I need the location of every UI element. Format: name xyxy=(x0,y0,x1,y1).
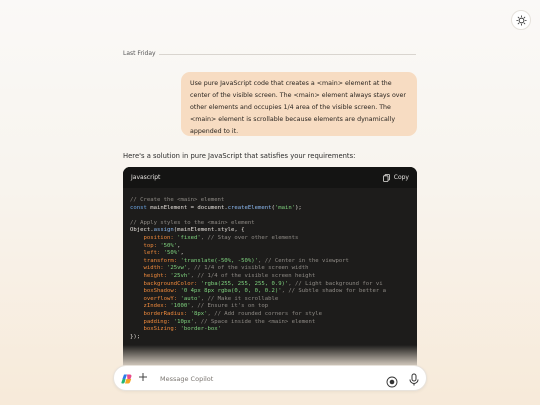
code-token: width: xyxy=(130,265,168,272)
code-token: '50%' xyxy=(160,242,178,249)
vision-button[interactable] xyxy=(386,373,398,388)
code-token: '0 4px 8px rgba(0, 0, 0, 0.2)' xyxy=(180,288,282,295)
code-line: const mainElement = document.createEleme… xyxy=(130,205,410,213)
code-line: left: '50%', xyxy=(130,250,410,258)
day-label: Last Friday xyxy=(123,50,156,57)
code-token: boxShadow: xyxy=(130,288,181,295)
code-token: , // Stay over other elements xyxy=(200,234,299,241)
code-token: , // 1/4 of the visible screen width xyxy=(187,265,309,272)
code-token: const xyxy=(130,204,151,211)
code-line: position: 'fixed', // Stay over other el… xyxy=(130,235,410,243)
composer xyxy=(113,365,427,391)
microphone-icon xyxy=(409,373,419,386)
code-token: // Apply styles to the <main> element xyxy=(130,219,255,226)
code-token: , // Subtle shadow for better a xyxy=(281,288,386,295)
code-line: // Create the <main> element xyxy=(130,197,410,205)
code-token: }); xyxy=(130,333,141,340)
code-line: top: '50%', xyxy=(130,243,410,251)
code-token: , // Ensure it's on top xyxy=(190,303,269,310)
code-token: top: xyxy=(130,242,161,249)
code-token: Object. xyxy=(130,227,154,234)
code-token: height: xyxy=(130,272,171,279)
copilot-logo-icon[interactable] xyxy=(121,373,133,385)
code-content: // Create the <main> element const mainEl… xyxy=(123,188,417,341)
code-token: // Create the <main> element xyxy=(130,197,225,203)
divider xyxy=(159,54,416,55)
code-token: '50%' xyxy=(163,250,181,257)
code-line: Object.assign(mainElement.style, { xyxy=(130,227,410,235)
code-token: '8px' xyxy=(190,310,208,317)
code-token: , // Make it scrollable xyxy=(200,295,279,302)
copy-code-button[interactable]: Copy xyxy=(382,173,409,182)
code-token: boxSizing: xyxy=(130,326,181,333)
code-token: 'auto' xyxy=(180,295,201,302)
theme-toggle-button[interactable] xyxy=(511,10,531,30)
code-line: transform: 'translate(-50%, -50%)', // C… xyxy=(130,258,410,266)
code-token: backgroundColor: xyxy=(130,280,201,287)
code-token: zIndex: xyxy=(130,303,171,310)
code-token: , // Add rounded corners for style xyxy=(207,310,322,317)
code-line: boxShadow: '0 4px 8px rgba(0, 0, 0, 0.2)… xyxy=(130,288,410,296)
code-block-header: Javascript Copy xyxy=(123,167,417,188)
code-line: boxSizing: 'border-box' xyxy=(130,326,410,334)
code-token: assign xyxy=(153,227,174,234)
code-line: padding: '10px', // Space inside the <ma… xyxy=(130,319,410,327)
code-token: document. xyxy=(197,204,228,211)
code-token: 'translate(-50%, -50%)' xyxy=(180,257,258,264)
code-token: , // Center in the viewport xyxy=(258,257,349,264)
code-token: padding: xyxy=(130,318,174,325)
code-line: }); xyxy=(130,334,410,342)
code-block: Javascript Copy // Create the <main> ele… xyxy=(123,167,417,367)
code-token: , // Space inside the <main> element xyxy=(194,318,316,325)
sun-moon-icon xyxy=(515,14,527,26)
code-token: 'border-box' xyxy=(180,326,221,333)
code-token: 'rgba(255, 255, 255, 0.9)' xyxy=(200,280,289,287)
microphone-button[interactable] xyxy=(408,372,420,386)
vision-icon xyxy=(386,376,398,388)
code-token: mainElement = xyxy=(150,204,198,211)
code-token: '1000' xyxy=(170,303,191,310)
user-message-bubble: Use pure JavaScript code that creates a … xyxy=(181,72,417,136)
code-token: createElement xyxy=(227,204,272,211)
copy-icon xyxy=(382,173,390,182)
user-message-line: center of the visible screen. The <main>… xyxy=(190,92,406,99)
code-token: , // Light background for vi xyxy=(288,280,383,287)
code-token: , xyxy=(180,250,184,257)
code-token: '25vw' xyxy=(167,265,188,272)
code-line: overflowY: 'auto', // Make it scrollable xyxy=(130,296,410,304)
code-line: backgroundColor: 'rgba(255, 255, 255, 0.… xyxy=(130,281,410,289)
code-token: '10px' xyxy=(173,318,194,325)
code-language-label: Javascript xyxy=(131,174,161,181)
code-line: // Apply styles to the <main> element xyxy=(130,220,410,228)
message-input[interactable] xyxy=(160,372,380,386)
code-line: borderRadius: '8px', // Add rounded corn… xyxy=(130,311,410,319)
plus-icon xyxy=(139,373,147,381)
copy-label: Copy xyxy=(393,174,409,181)
code-token: left: xyxy=(130,250,164,257)
code-token: 'main' xyxy=(274,204,296,211)
code-line: zIndex: '1000', // Ensure it's on top xyxy=(130,303,410,311)
code-token: ); xyxy=(295,204,302,211)
code-token: overflowY: xyxy=(130,295,181,302)
code-token: transform: xyxy=(130,257,181,264)
code-token: (mainElement.style, { xyxy=(173,227,245,234)
code-line: height: '25vh', // 1/4 of the visible sc… xyxy=(130,273,410,281)
assistant-intro: Here's a solution in pure JavaScript tha… xyxy=(123,152,356,160)
add-attachment-button[interactable] xyxy=(138,371,148,385)
user-message-line: <main> element is scrollable because ele… xyxy=(190,116,396,123)
code-token: '25vh' xyxy=(170,272,191,279)
code-token: , xyxy=(177,242,181,249)
code-token: position: xyxy=(130,234,178,241)
code-token: , // 1/4 of the visible screen height xyxy=(190,272,316,279)
user-message-line: other elements and occupies 1/4 area of … xyxy=(190,104,391,111)
user-message-line: appended to it. xyxy=(190,128,239,135)
code-token: borderRadius: xyxy=(130,310,191,317)
code-line: width: '25vw', // 1/4 of the visible scr… xyxy=(130,265,410,273)
code-token: 'fixed' xyxy=(177,234,201,241)
user-message-line: Use pure JavaScript code that creates a … xyxy=(190,80,392,87)
day-separator: Last Friday xyxy=(123,50,416,60)
